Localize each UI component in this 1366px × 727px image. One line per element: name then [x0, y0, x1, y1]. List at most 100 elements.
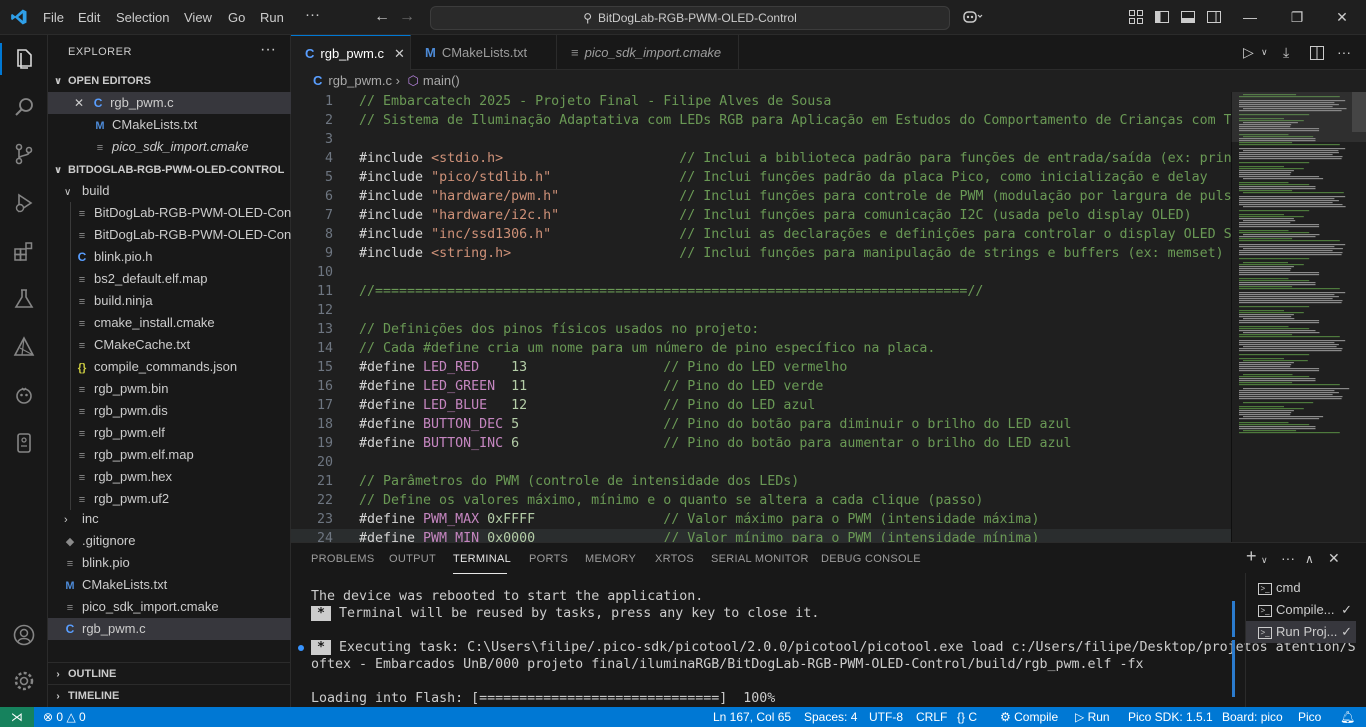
menu-file[interactable]: File — [43, 10, 64, 25]
file-item[interactable]: ≡ CMakeCache.txt — [48, 334, 291, 356]
chevron-down-icon[interactable]: ∨ — [1261, 35, 1268, 70]
file-item[interactable]: ≡ rgb_pwm.dis — [48, 400, 291, 422]
tab-memory[interactable]: MEMORY — [585, 553, 636, 565]
raspberry-pi-icon[interactable] — [12, 431, 36, 455]
minimap-viewport[interactable] — [1231, 92, 1366, 142]
problems-indicator[interactable]: ⊗ 0 △ 0 — [43, 707, 86, 727]
settings-gear-icon[interactable] — [12, 669, 36, 693]
code-editor[interactable]: 1 // Embarcatech 2025 - Projeto Final - F… — [291, 92, 1231, 542]
code-line[interactable]: 3 — [291, 130, 1231, 149]
menu-selection[interactable]: Selection — [116, 10, 169, 25]
menu-view[interactable]: View — [184, 10, 212, 25]
cmake-icon[interactable] — [12, 335, 36, 359]
code-line[interactable]: 18 #define BUTTON_DEC 5 // Pino do botão … — [291, 415, 1231, 434]
code-line[interactable]: 14 // Cada #define cria um nome para um n… — [291, 339, 1231, 358]
code-line[interactable]: 13 // Definições dos pinos físicos usados… — [291, 320, 1231, 339]
tab-pico-sdk-import[interactable]: ≡ pico_sdk_import.cmake — [557, 35, 739, 70]
open-editor-item[interactable]: M CMakeLists.txt — [48, 114, 291, 136]
code-line[interactable]: 7 #include "hardware/i2c.h" // Inclui fun… — [291, 206, 1231, 225]
file-item[interactable]: ≡ BitDogLab-RGB-PWM-OLED-Con... — [48, 202, 291, 224]
folder-build[interactable]: ∨ build — [48, 180, 291, 202]
more-actions-icon[interactable]: ··· — [1337, 35, 1351, 70]
restore-button[interactable]: ❐ — [1282, 6, 1312, 28]
toggle-secondary-sidebar-icon[interactable] — [1206, 9, 1222, 25]
code-line[interactable]: 16 #define LED_GREEN 11 // Pino do LED ve… — [291, 377, 1231, 396]
menu-more[interactable]: ··· — [305, 6, 320, 23]
code-line[interactable]: 20 — [291, 453, 1231, 472]
language-mode[interactable]: {} C — [957, 707, 977, 727]
code-line[interactable]: 24 #define PWM_MIN 0x0000 // Valor mínimo… — [291, 529, 1231, 542]
file-item[interactable]: Cblink.pio.h — [48, 246, 291, 268]
code-line[interactable]: 17 #define LED_BLUE 12 // Pino do LED azu… — [291, 396, 1231, 415]
tab-serial-monitor[interactable]: SERIAL MONITOR — [711, 553, 809, 565]
file-item[interactable]: ≡ BitDogLab-RGB-PWM-OLED-Con... — [48, 224, 291, 246]
file-item[interactable]: Crgb_pwm.c — [48, 618, 291, 640]
code-line[interactable]: 12 — [291, 301, 1231, 320]
file-item[interactable]: {} compile_commands.json — [48, 356, 291, 378]
notifications-bell-icon[interactable]: 🔔︎ — [1340, 707, 1355, 727]
back-arrow-icon[interactable]: ← — [374, 8, 390, 26]
open-editor-item[interactable]: ≡ pico_sdk_import.cmake — [48, 136, 291, 158]
indentation[interactable]: Spaces: 4 — [804, 707, 857, 727]
menu-go[interactable]: Go — [228, 10, 245, 25]
tab-problems[interactable]: PROBLEMS — [311, 553, 375, 565]
tab-xrtos[interactable]: XRTOS — [655, 553, 694, 565]
run-code-icon[interactable]: ▷ — [1243, 35, 1254, 70]
new-terminal-icon[interactable]: + — [1246, 546, 1257, 567]
account-icon[interactable] — [12, 623, 36, 647]
code-line[interactable]: 5 #include "pico/stdlib.h" // Inclui funç… — [291, 168, 1231, 187]
minimap[interactable] — [1231, 92, 1366, 542]
terminal-instance[interactable]: >_ Run Proj... ✓ — [1246, 621, 1356, 643]
file-item[interactable]: ≡ build.ninja — [48, 290, 291, 312]
extensions-icon[interactable] — [12, 239, 36, 263]
testing-icon[interactable] — [12, 287, 36, 311]
editor-scrollbar[interactable] — [1352, 92, 1366, 132]
terminal-instance[interactable]: >_ cmd — [1246, 577, 1356, 599]
file-item[interactable]: ◆ .gitignore — [48, 530, 291, 552]
code-line[interactable]: 8 #include "inc/ssd1306.h" // Inclui as d… — [291, 225, 1231, 244]
close-window-button[interactable]: ✕ — [1327, 6, 1357, 28]
menu-edit[interactable]: Edit — [78, 10, 100, 25]
forward-arrow-icon[interactable]: → — [399, 8, 415, 26]
remote-indicator-icon[interactable]: ⋊ — [0, 707, 34, 727]
code-line[interactable]: 21 // Parâmetros do PWM (controle de inte… — [291, 472, 1231, 491]
platformio-icon[interactable] — [12, 383, 36, 407]
code-line[interactable]: 9 #include <string.h> // Inclui funções p… — [291, 244, 1231, 263]
code-line[interactable]: 1 // Embarcatech 2025 - Projeto Final - F… — [291, 92, 1231, 111]
menu-run[interactable]: Run — [260, 10, 284, 25]
files-icon[interactable] — [12, 47, 36, 71]
tab-debug-console[interactable]: DEBUG CONSOLE — [821, 553, 921, 565]
code-line[interactable]: 19 #define BUTTON_INC 6 // Pino do botão … — [291, 434, 1231, 453]
tab-output[interactable]: OUTPUT — [389, 553, 436, 565]
breadcrumb-file[interactable]: rgb_pwm.c — [328, 73, 392, 88]
pico-sdk-version[interactable]: Pico SDK: 1.5.1 — [1128, 707, 1213, 727]
code-line[interactable]: 2 // Sistema de Iluminação Adaptativa com… — [291, 111, 1231, 130]
close-icon[interactable]: ✕ — [74, 96, 84, 110]
cursor-position[interactable]: Ln 167, Col 65 — [713, 707, 791, 727]
code-line[interactable]: 23 #define PWM_MAX 0xFFFF // Valor máximo… — [291, 510, 1231, 529]
file-item[interactable]: ≡ bs2_default.elf.map — [48, 268, 291, 290]
file-item[interactable]: M CMakeLists.txt — [48, 574, 291, 596]
file-item[interactable]: ≡ rgb_pwm.uf2 — [48, 488, 291, 510]
timeline-section[interactable]: › TIMELINE — [48, 684, 291, 706]
chevron-down-icon[interactable]: ∨ — [1261, 555, 1268, 566]
run-button[interactable]: ▷ Run — [1075, 707, 1110, 727]
file-item[interactable]: ≡ rgb_pwm.hex — [48, 466, 291, 488]
board-selector[interactable]: Board: pico — [1222, 707, 1283, 727]
run-debug-icon[interactable] — [12, 191, 36, 215]
outline-section[interactable]: › OUTLINE — [48, 662, 291, 684]
encoding[interactable]: UTF-8 — [869, 707, 903, 727]
command-center-search[interactable]: ⚲ BitDogLab-RGB-PWM-OLED-Control — [430, 6, 950, 30]
customize-layout-icon[interactable] — [1128, 9, 1144, 25]
code-line[interactable]: 15 #define LED_RED 13 // Pino do LED verm… — [291, 358, 1231, 377]
minimize-button[interactable]: — — [1235, 6, 1265, 28]
tab-ports[interactable]: PORTS — [529, 553, 568, 565]
file-item[interactable]: ≡ rgb_pwm.bin — [48, 378, 291, 400]
code-line[interactable]: 11 //====================================… — [291, 282, 1231, 301]
tab-rgb-pwm-c[interactable]: Crgb_pwm.c ✕ — [291, 35, 411, 70]
folder-inc[interactable]: › inc — [48, 508, 291, 530]
compile-button[interactable]: ⚙ Compile — [1000, 707, 1058, 727]
toggle-panel-icon[interactable] — [1180, 9, 1196, 25]
copilot-icon[interactable] — [962, 9, 984, 25]
open-editors-section[interactable]: ∨ OPEN EDITORS — [48, 70, 291, 92]
